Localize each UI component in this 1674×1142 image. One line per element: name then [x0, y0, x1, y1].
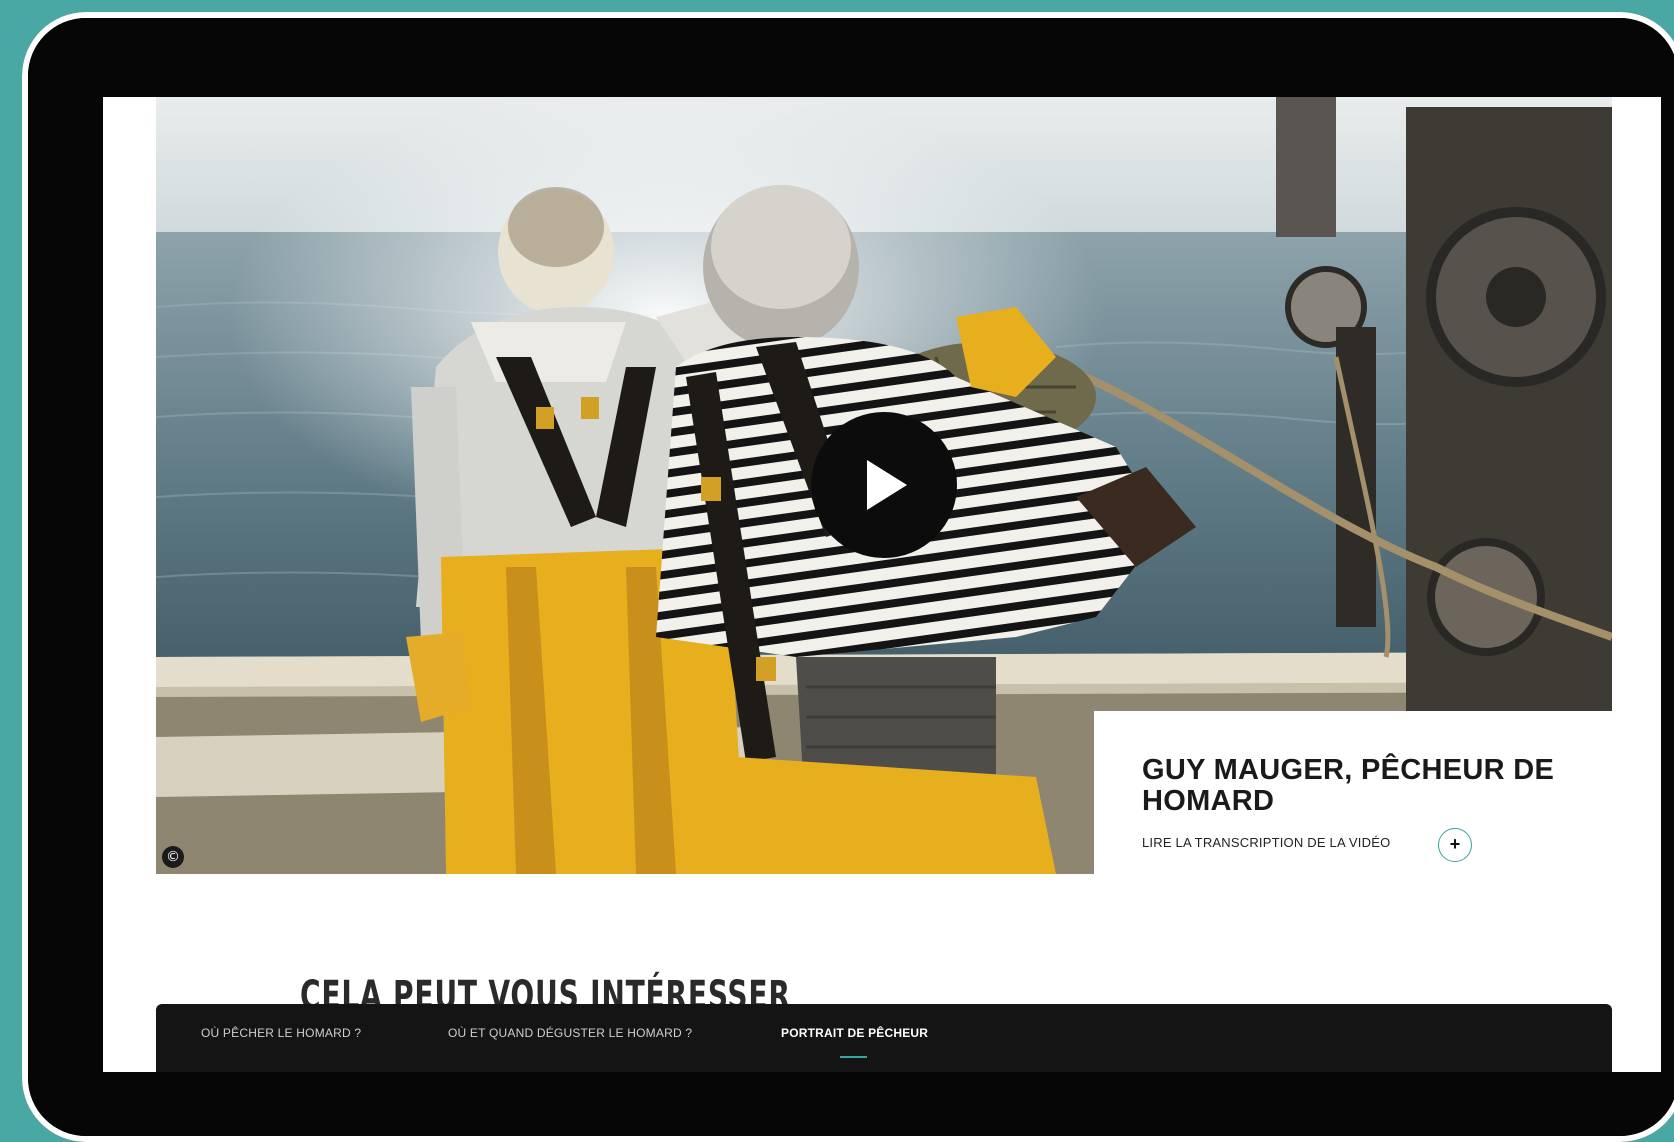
nav-item-portrait[interactable]: PORTRAIT DE PÊCHEUR [781, 1026, 928, 1040]
device-bezel: © GUY MAUGER, PÊCHEUR DE HOMARD LIRE LA … [28, 18, 1674, 1136]
nav-item-deguster[interactable]: OÙ ET QUAND DÉGUSTER LE HOMARD ? [448, 1026, 692, 1040]
plus-icon: + [1449, 834, 1461, 854]
transcript-link[interactable]: LIRE LA TRANSCRIPTION DE LA VIDÉO [1142, 831, 1390, 855]
play-button[interactable] [811, 412, 957, 558]
bottom-navigation: OÙ PÊCHER LE HOMARD ? OÙ ET QUAND DÉGUST… [156, 1004, 1612, 1072]
device-frame: © GUY MAUGER, PÊCHEUR DE HOMARD LIRE LA … [22, 12, 1674, 1142]
video-caption-card: GUY MAUGER, PÊCHEUR DE HOMARD LIRE LA TR… [1094, 711, 1612, 874]
expand-transcript-button[interactable]: + [1438, 828, 1472, 862]
browser-viewport: © GUY MAUGER, PÊCHEUR DE HOMARD LIRE LA … [103, 97, 1661, 1072]
nav-item-ou-pecher[interactable]: OÙ PÊCHER LE HOMARD ? [201, 1026, 361, 1040]
play-icon [867, 460, 907, 510]
copyright-icon[interactable]: © [162, 846, 184, 868]
video-title: GUY MAUGER, PÊCHEUR DE HOMARD [1142, 754, 1555, 817]
active-tab-indicator [840, 1056, 867, 1058]
hero-video[interactable]: © GUY MAUGER, PÊCHEUR DE HOMARD LIRE LA … [156, 97, 1612, 874]
